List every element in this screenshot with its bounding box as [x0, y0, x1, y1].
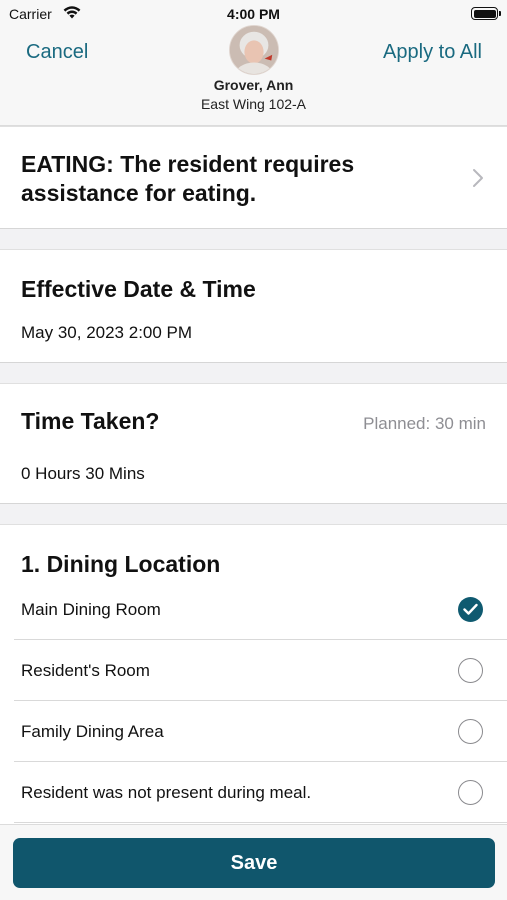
option-label: Resident was not present during meal.: [21, 783, 312, 802]
checkmark-circle-icon[interactable]: [458, 597, 483, 622]
bottom-bar: Save: [0, 824, 507, 900]
time-taken-title: Time Taken?: [21, 408, 160, 434]
cancel-button[interactable]: Cancel: [26, 41, 88, 64]
dining-location-section: 1. Dining Location Main Dining Room Resi…: [0, 524, 507, 824]
resident-location: East Wing 102-A: [200, 96, 307, 112]
battery-icon: [471, 7, 501, 20]
option-main-dining-room[interactable]: Main Dining Room: [14, 579, 507, 640]
option-label: Family Dining Area: [21, 722, 164, 741]
option-label: Resident's Room: [21, 661, 150, 680]
radio-circle-icon[interactable]: [458, 658, 483, 683]
resident-avatar[interactable]: [229, 25, 279, 75]
option-residents-room[interactable]: Resident's Room: [14, 640, 507, 701]
time-taken-section[interactable]: Time Taken? Planned: 30 min 0 Hours 30 M…: [0, 383, 507, 504]
status-bar: Carrier 4:00 PM: [0, 0, 507, 26]
option-label: Main Dining Room: [21, 600, 161, 619]
apply-to-all-button[interactable]: Apply to All: [383, 41, 482, 64]
navigation-header: Carrier 4:00 PM Cancel Apply to All Grov…: [0, 0, 507, 126]
option-family-dining-area[interactable]: Family Dining Area: [14, 701, 507, 762]
effective-date-value[interactable]: May 30, 2023 2:00 PM: [21, 323, 192, 343]
resident-photo-icon: [230, 26, 278, 74]
effective-date-section[interactable]: Effective Date & Time May 30, 2023 2:00 …: [0, 249, 507, 363]
option-not-present[interactable]: Resident was not present during meal.: [14, 762, 507, 823]
dining-location-title: 1. Dining Location: [21, 551, 221, 577]
clock: 4:00 PM: [227, 6, 280, 22]
radio-circle-icon[interactable]: [458, 719, 483, 744]
resident-name: Grover, Ann: [213, 77, 294, 93]
effective-date-title: Effective Date & Time: [21, 276, 256, 302]
chevron-right-icon: [473, 169, 483, 187]
radio-circle-icon[interactable]: [458, 780, 483, 805]
task-title: EATING: The resident requires assistance…: [21, 151, 355, 206]
time-taken-value[interactable]: 0 Hours 30 Mins: [21, 464, 145, 484]
planned-time-label: Planned: 30 min: [363, 414, 486, 433]
task-row[interactable]: EATING: The resident requires assistance…: [0, 126, 507, 229]
save-button[interactable]: Save: [13, 838, 495, 888]
